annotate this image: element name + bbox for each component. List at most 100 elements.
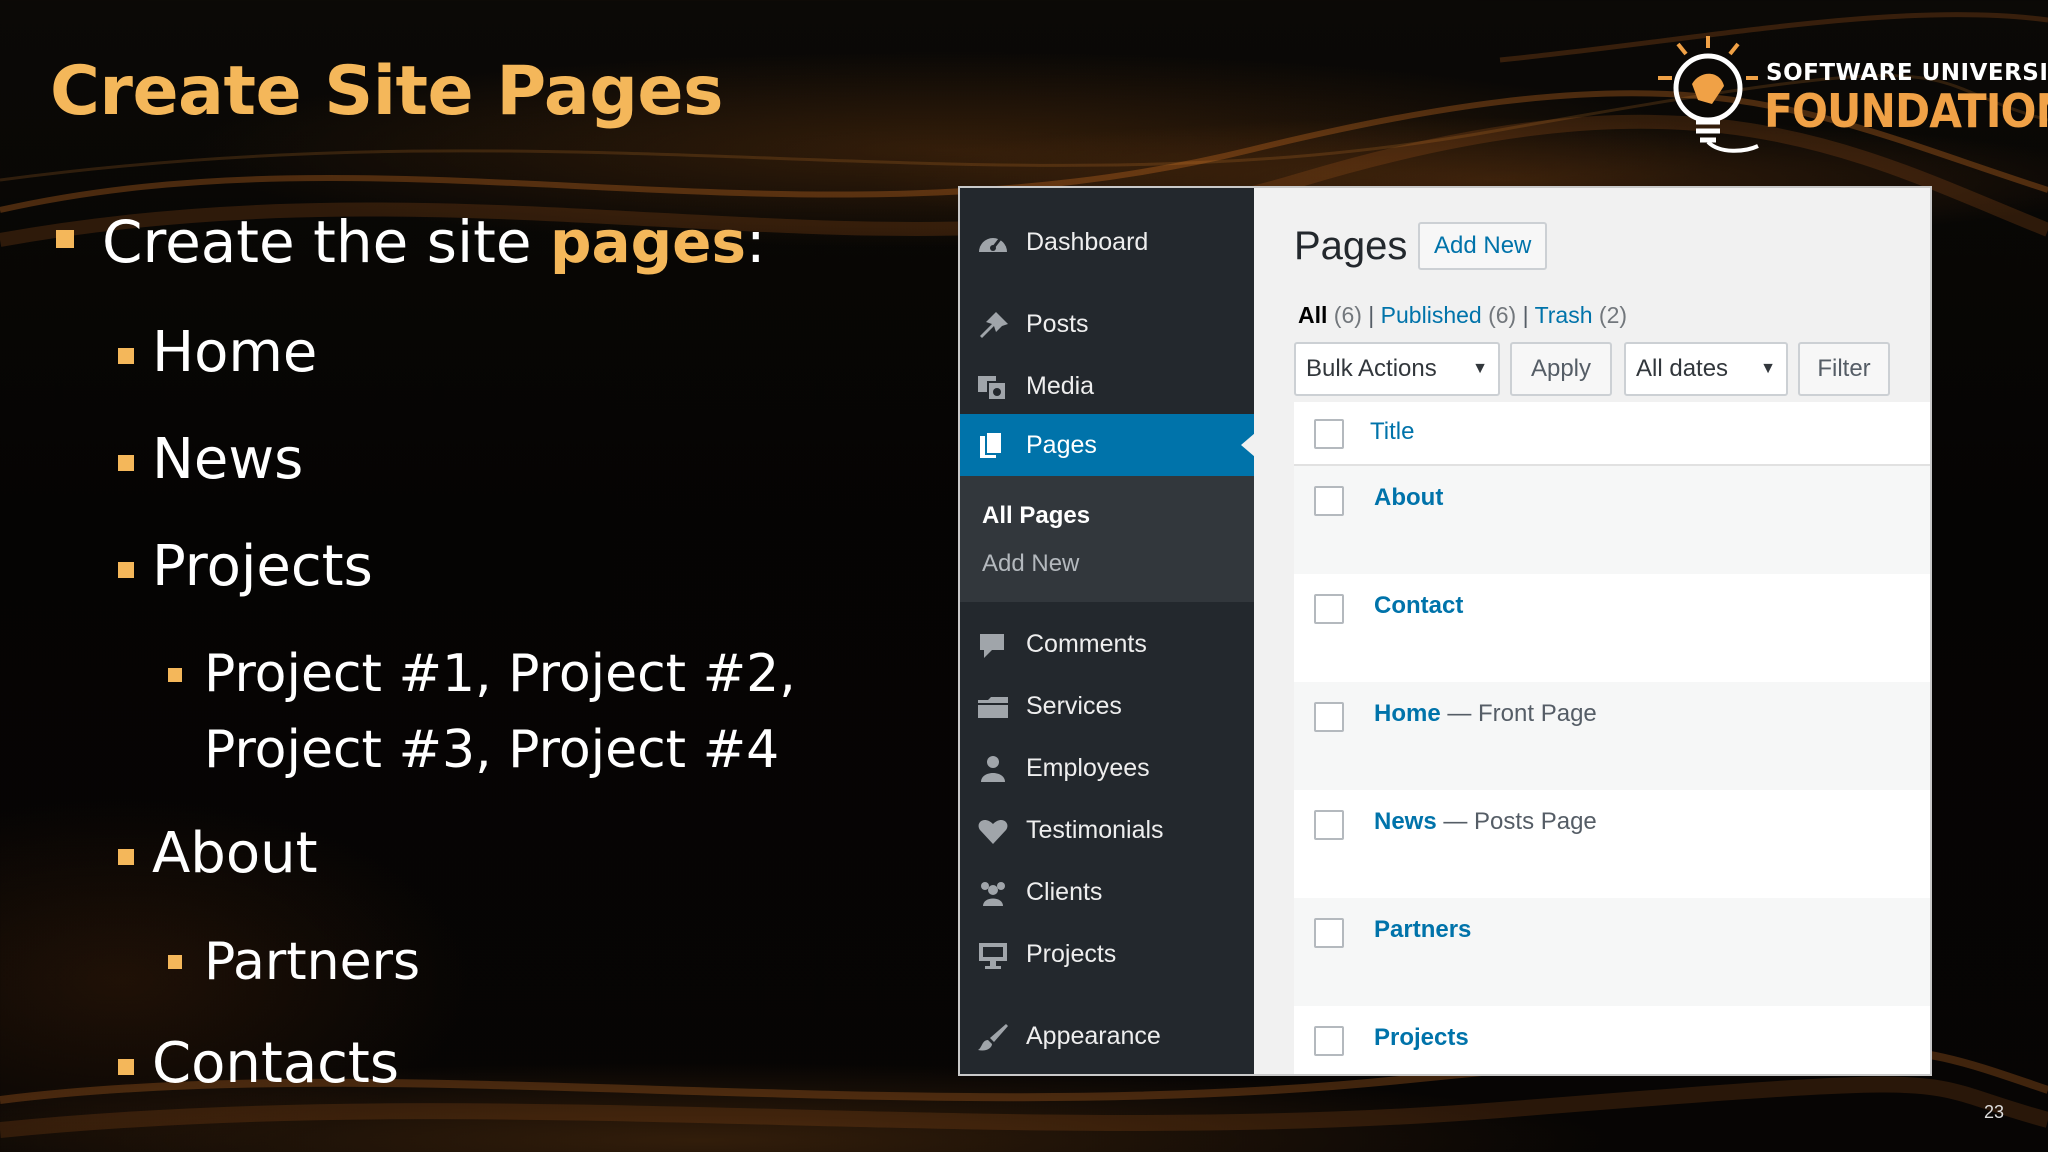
softuni-logo: SOFTWARE UNIVERSITY FOUNDATION: [1650, 30, 2048, 160]
menu-projects[interactable]: Projects: [960, 928, 1254, 980]
menu-appearance[interactable]: Appearance: [960, 1010, 1254, 1062]
pages-submenu: All Pages Add New: [960, 476, 1254, 602]
menu-services[interactable]: Services: [960, 680, 1254, 732]
menu-label: Projects: [1026, 939, 1117, 968]
page-state: — Posts Page: [1436, 808, 1597, 835]
menu-pages[interactable]: Pages: [960, 414, 1255, 476]
bullet-contacts: Contacts: [152, 1031, 400, 1096]
bullet-square: [118, 562, 134, 578]
page-heading: Pages: [1294, 224, 1408, 268]
bullet-projects: Projects: [152, 534, 373, 599]
table-row: Home — Front Page: [1294, 682, 1930, 790]
submenu-add-new[interactable]: Add New: [982, 550, 1079, 578]
row-checkbox[interactable]: [1314, 702, 1344, 732]
page-title-link[interactable]: Contact: [1374, 592, 1463, 619]
row-checkbox[interactable]: [1314, 918, 1344, 948]
column-title-header[interactable]: Title: [1370, 418, 1414, 446]
view-separator: |: [1368, 302, 1375, 328]
menu-label: Media: [1026, 371, 1095, 400]
page-title-link[interactable]: News: [1374, 808, 1437, 835]
filter-button[interactable]: Filter: [1798, 342, 1890, 396]
bullet-square: [168, 668, 182, 682]
menu-label: Posts: [1026, 309, 1089, 338]
menu-clients[interactable]: Clients: [960, 866, 1254, 918]
bulk-actions-label: Bulk Actions: [1306, 355, 1437, 382]
menu-label: Dashboard: [1026, 227, 1149, 256]
logo-text-line1: SOFTWARE UNIVERSITY: [1766, 60, 2048, 86]
table-row: Projects: [1294, 1006, 1930, 1074]
page-title-link[interactable]: Partners: [1374, 916, 1471, 943]
pin-icon: [980, 312, 1008, 338]
menu-label: Pages: [1026, 430, 1097, 459]
group-icon: [981, 882, 1005, 906]
dates-select[interactable]: All dates ▼: [1624, 342, 1788, 396]
brush-icon: [978, 1024, 1008, 1051]
bullet-news: News: [152, 427, 304, 492]
menu-employees[interactable]: Employees: [960, 742, 1254, 794]
row-title: News — Posts Page: [1374, 808, 1597, 836]
menu-testimonials[interactable]: Testimonials: [960, 804, 1254, 856]
view-separator: |: [1522, 302, 1529, 328]
view-all[interactable]: All: [1298, 302, 1327, 328]
row-title: About: [1374, 484, 1443, 512]
view-trash[interactable]: Trash: [1535, 302, 1593, 328]
view-all-count: (6): [1333, 302, 1362, 328]
pages-icon: [980, 431, 1003, 458]
menu-comments[interactable]: Comments: [960, 618, 1254, 670]
bullet-square: [118, 455, 134, 471]
apply-button[interactable]: Apply: [1510, 342, 1612, 396]
folder-icon: [978, 697, 1008, 718]
menu-label: Appearance: [1026, 1021, 1161, 1050]
menu-label: Employees: [1026, 753, 1150, 782]
view-published[interactable]: Published: [1381, 302, 1482, 328]
page-state: — Front Page: [1440, 700, 1597, 727]
page-title-link[interactable]: Home: [1374, 700, 1441, 727]
bullet-square: [118, 1059, 134, 1075]
monitor-icon: [979, 943, 1007, 969]
row-checkbox[interactable]: [1314, 1026, 1344, 1056]
table-row: About: [1294, 466, 1930, 574]
bullet-main-highlight: pages: [549, 208, 747, 276]
page-title-link[interactable]: About: [1374, 484, 1443, 511]
menu-posts[interactable]: Posts: [960, 298, 1254, 350]
wordpress-admin-screenshot: Dashboard Posts Media Pages All Pages Ad…: [958, 186, 1932, 1076]
table-row: News — Posts Page: [1294, 790, 1930, 898]
row-title: Home — Front Page: [1374, 700, 1597, 728]
chevron-down-icon: ▼: [1760, 360, 1776, 377]
menu-label: Services: [1026, 691, 1122, 720]
lightbulb-logo-icon: [1658, 36, 1759, 153]
menu-media[interactable]: Media: [960, 360, 1254, 412]
bullet-main-prefix: Create the site: [102, 208, 550, 276]
active-menu-arrow: [1241, 433, 1255, 457]
row-title: Contact: [1374, 592, 1463, 620]
view-published-count: (6): [1488, 302, 1517, 328]
view-trash-count: (2): [1598, 302, 1628, 328]
page-title-link[interactable]: Projects: [1374, 1024, 1469, 1051]
row-title: Partners: [1374, 916, 1471, 944]
comment-icon: [980, 634, 1004, 658]
view-filters: All (6) | Published (6) | Trash (2): [1298, 302, 1627, 329]
menu-label: Clients: [1026, 877, 1103, 906]
submenu-all-pages[interactable]: All Pages: [982, 502, 1090, 530]
add-new-page-button[interactable]: Add New: [1418, 222, 1548, 270]
menu-label: Comments: [1026, 629, 1147, 658]
bullet-projects-sub-line2: Project #3, Project #4: [204, 720, 780, 780]
table-header: Title: [1294, 402, 1930, 466]
bullet-projects-sub-line1: Project #1, Project #2,: [204, 644, 796, 704]
bulk-actions-select[interactable]: Bulk Actions ▼: [1294, 342, 1500, 396]
bullet-partners: Partners: [204, 932, 421, 992]
row-checkbox[interactable]: [1314, 810, 1344, 840]
slide-title: Create Site Pages: [50, 52, 724, 131]
heart-icon: [978, 819, 1008, 844]
menu-label: Testimonials: [1026, 815, 1164, 844]
menu-dashboard[interactable]: Dashboard: [960, 216, 1254, 268]
pages-list-screen: Pages Add New All (6) | Published (6) | …: [1254, 188, 1930, 1074]
dashboard-icon: [979, 238, 1007, 252]
admin-sidebar: Dashboard Posts Media Pages All Pages Ad…: [960, 188, 1255, 1074]
select-all-checkbox[interactable]: [1314, 419, 1344, 449]
row-checkbox[interactable]: [1314, 594, 1344, 624]
table-row: Partners: [1294, 898, 1930, 1006]
row-title: Projects: [1374, 1024, 1469, 1052]
row-checkbox[interactable]: [1314, 486, 1344, 516]
bullet-square: [56, 230, 74, 248]
